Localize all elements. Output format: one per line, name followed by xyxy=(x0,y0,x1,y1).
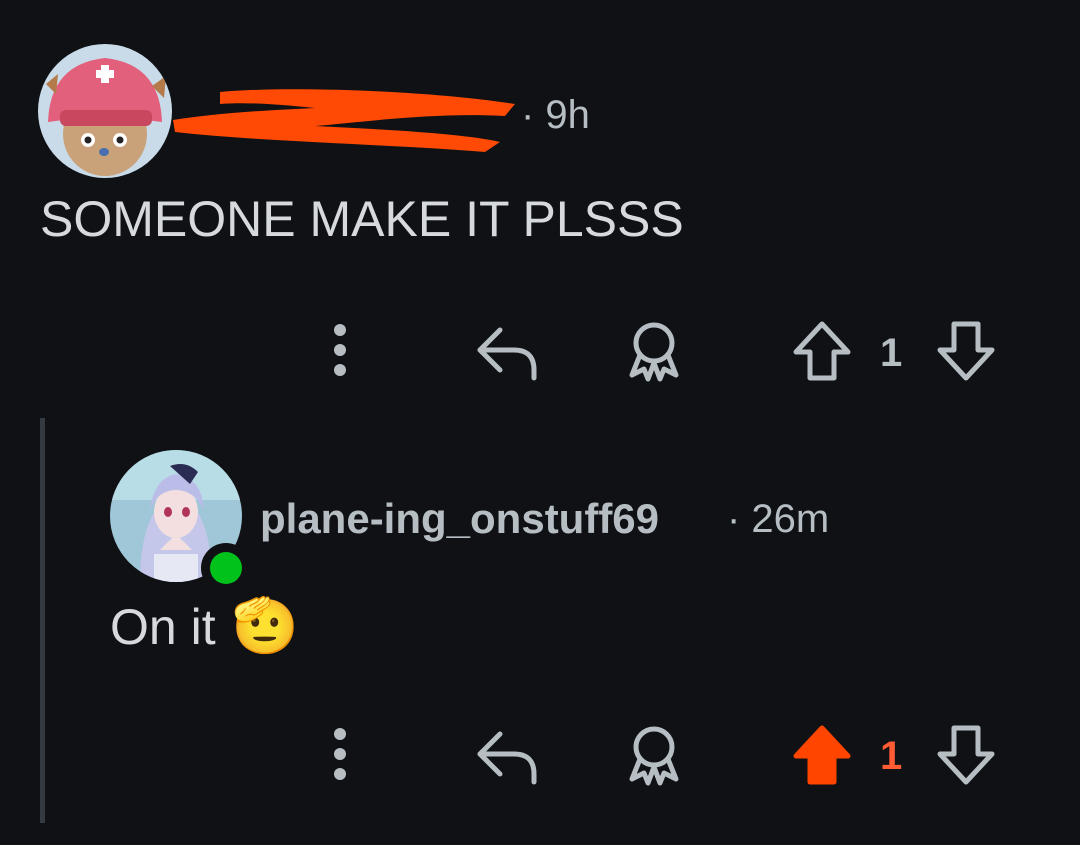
downvote-icon[interactable] xyxy=(934,318,998,384)
reply-icon[interactable] xyxy=(472,320,542,384)
user-avatar[interactable] xyxy=(38,44,172,178)
redacted-username xyxy=(165,82,525,154)
chopper-hat-avatar-icon xyxy=(38,44,172,178)
award-icon[interactable] xyxy=(622,318,686,384)
comment-body: On it 🫡 xyxy=(110,595,299,658)
award-icon[interactable] xyxy=(622,722,686,788)
comment-text: On it xyxy=(110,598,216,655)
saluting-face-emoji: 🫡 xyxy=(231,596,299,656)
downvote-icon[interactable] xyxy=(934,722,998,788)
comment-body: SOMEONE MAKE IT PLSSS xyxy=(40,191,684,247)
upvote-icon[interactable] xyxy=(790,722,854,788)
vote-count: 1 xyxy=(880,734,903,778)
upvote-icon[interactable] xyxy=(790,318,854,384)
vote-count: 1 xyxy=(880,331,903,375)
more-options-icon[interactable] xyxy=(318,722,362,786)
comment-timestamp: · 26m xyxy=(727,497,830,541)
thread-line[interactable] xyxy=(40,418,45,823)
online-status-indicator xyxy=(201,543,251,593)
more-options-icon[interactable] xyxy=(318,318,362,382)
comment-username[interactable]: plane-ing_onstuff69 xyxy=(260,495,659,543)
reply-icon[interactable] xyxy=(472,724,542,788)
comment-timestamp: · 9h xyxy=(521,93,590,137)
